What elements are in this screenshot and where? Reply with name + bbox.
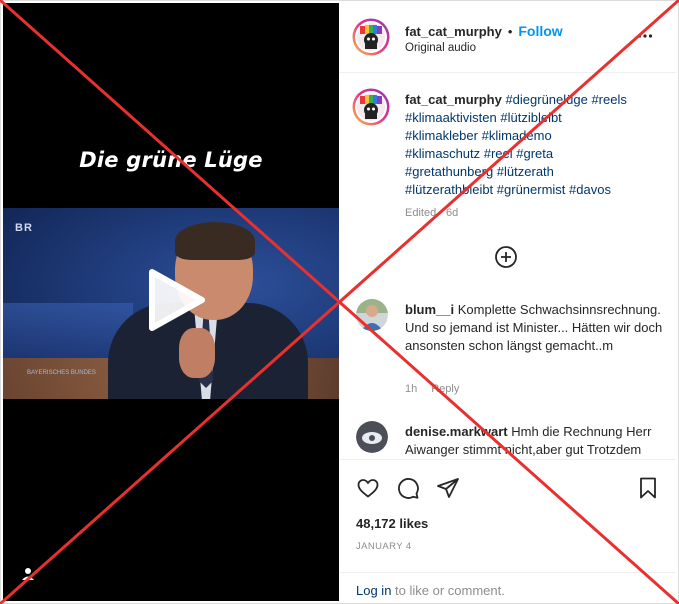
sound-icon[interactable] [21, 567, 35, 581]
comment-time[interactable]: 1h [405, 383, 417, 395]
edited-timestamp: Edited · 6d [405, 207, 459, 219]
avatar[interactable] [356, 421, 388, 453]
post-details: fat_cat_murphy • Follow Original audio f… [339, 3, 676, 601]
avatar[interactable] [356, 299, 388, 331]
caption-line[interactable]: #gretathunberg #lützerath [405, 164, 554, 179]
post-header: fat_cat_murphy • Follow Original audio [339, 3, 676, 73]
avatar[interactable] [352, 88, 390, 126]
reply-button[interactable]: Reply [431, 383, 459, 395]
comment-icon[interactable] [396, 476, 420, 500]
login-prompt-rest: to like or comment. [391, 583, 505, 598]
header-user-line: fat_cat_murphy • Follow [405, 23, 563, 39]
video-player[interactable]: Die grüne Lüge BR BAYERISCHES BUNDES [3, 3, 339, 601]
post-date: JANUARY 4 [356, 541, 412, 552]
comment-text: denise.markwart Hmh die Rechnung Herr Ai… [405, 423, 667, 459]
follow-button[interactable]: Follow [518, 23, 562, 39]
play-icon[interactable] [144, 266, 208, 334]
more-icon[interactable] [637, 33, 653, 39]
post-caption: fat_cat_murphy #diegrünelüge #reels #kli… [405, 91, 667, 199]
login-bar: Log in to like or comment. [339, 572, 676, 602]
caption-username[interactable]: fat_cat_murphy [405, 92, 502, 107]
caption-line[interactable]: #lützerathbleibt #grünermist #davos [405, 182, 611, 197]
post-actions: 48,172 likes JANUARY 4 Log in to like or… [339, 459, 676, 601]
channel-logo: BR [15, 222, 33, 234]
avatar[interactable] [352, 18, 390, 56]
studio-logo-text: BAYERISCHES BUNDES [27, 370, 96, 376]
video-frame[interactable]: BR BAYERISCHES BUNDES [3, 208, 339, 399]
comment-text: blum__i Komplette Schwachsinnsrechnung. … [405, 301, 667, 355]
likes-count[interactable]: 48,172 likes [356, 516, 428, 531]
separator-dot: • [507, 24, 513, 39]
comments-section[interactable]: fat_cat_murphy #diegrünelüge #reels #kli… [339, 74, 676, 459]
caption-line[interactable]: #klimaschutz #reel #greta [405, 146, 553, 161]
comment-username[interactable]: denise.markwart [405, 424, 508, 439]
share-icon[interactable] [436, 476, 460, 500]
bookmark-icon[interactable] [636, 476, 660, 500]
header-username[interactable]: fat_cat_murphy [405, 24, 502, 39]
heart-icon[interactable] [356, 476, 380, 500]
video-caption-overlay: Die grüne Lüge [79, 148, 263, 172]
audio-label[interactable]: Original audio [405, 42, 476, 54]
comment-meta: 1h Reply [405, 383, 473, 395]
person-hair [175, 222, 255, 260]
person-hand [179, 328, 215, 378]
caption-line[interactable]: #klimaaktivisten #lützibleibt [405, 110, 562, 125]
caption-line[interactable]: #diegrünelüge #reels [505, 92, 626, 107]
login-link[interactable]: Log in [356, 583, 391, 598]
comment-username[interactable]: blum__i [405, 302, 454, 317]
caption-line[interactable]: #klimakleber #klimademo [405, 128, 552, 143]
add-comment-icon[interactable] [494, 245, 518, 269]
login-prompt: Log in to like or comment. [356, 583, 505, 598]
